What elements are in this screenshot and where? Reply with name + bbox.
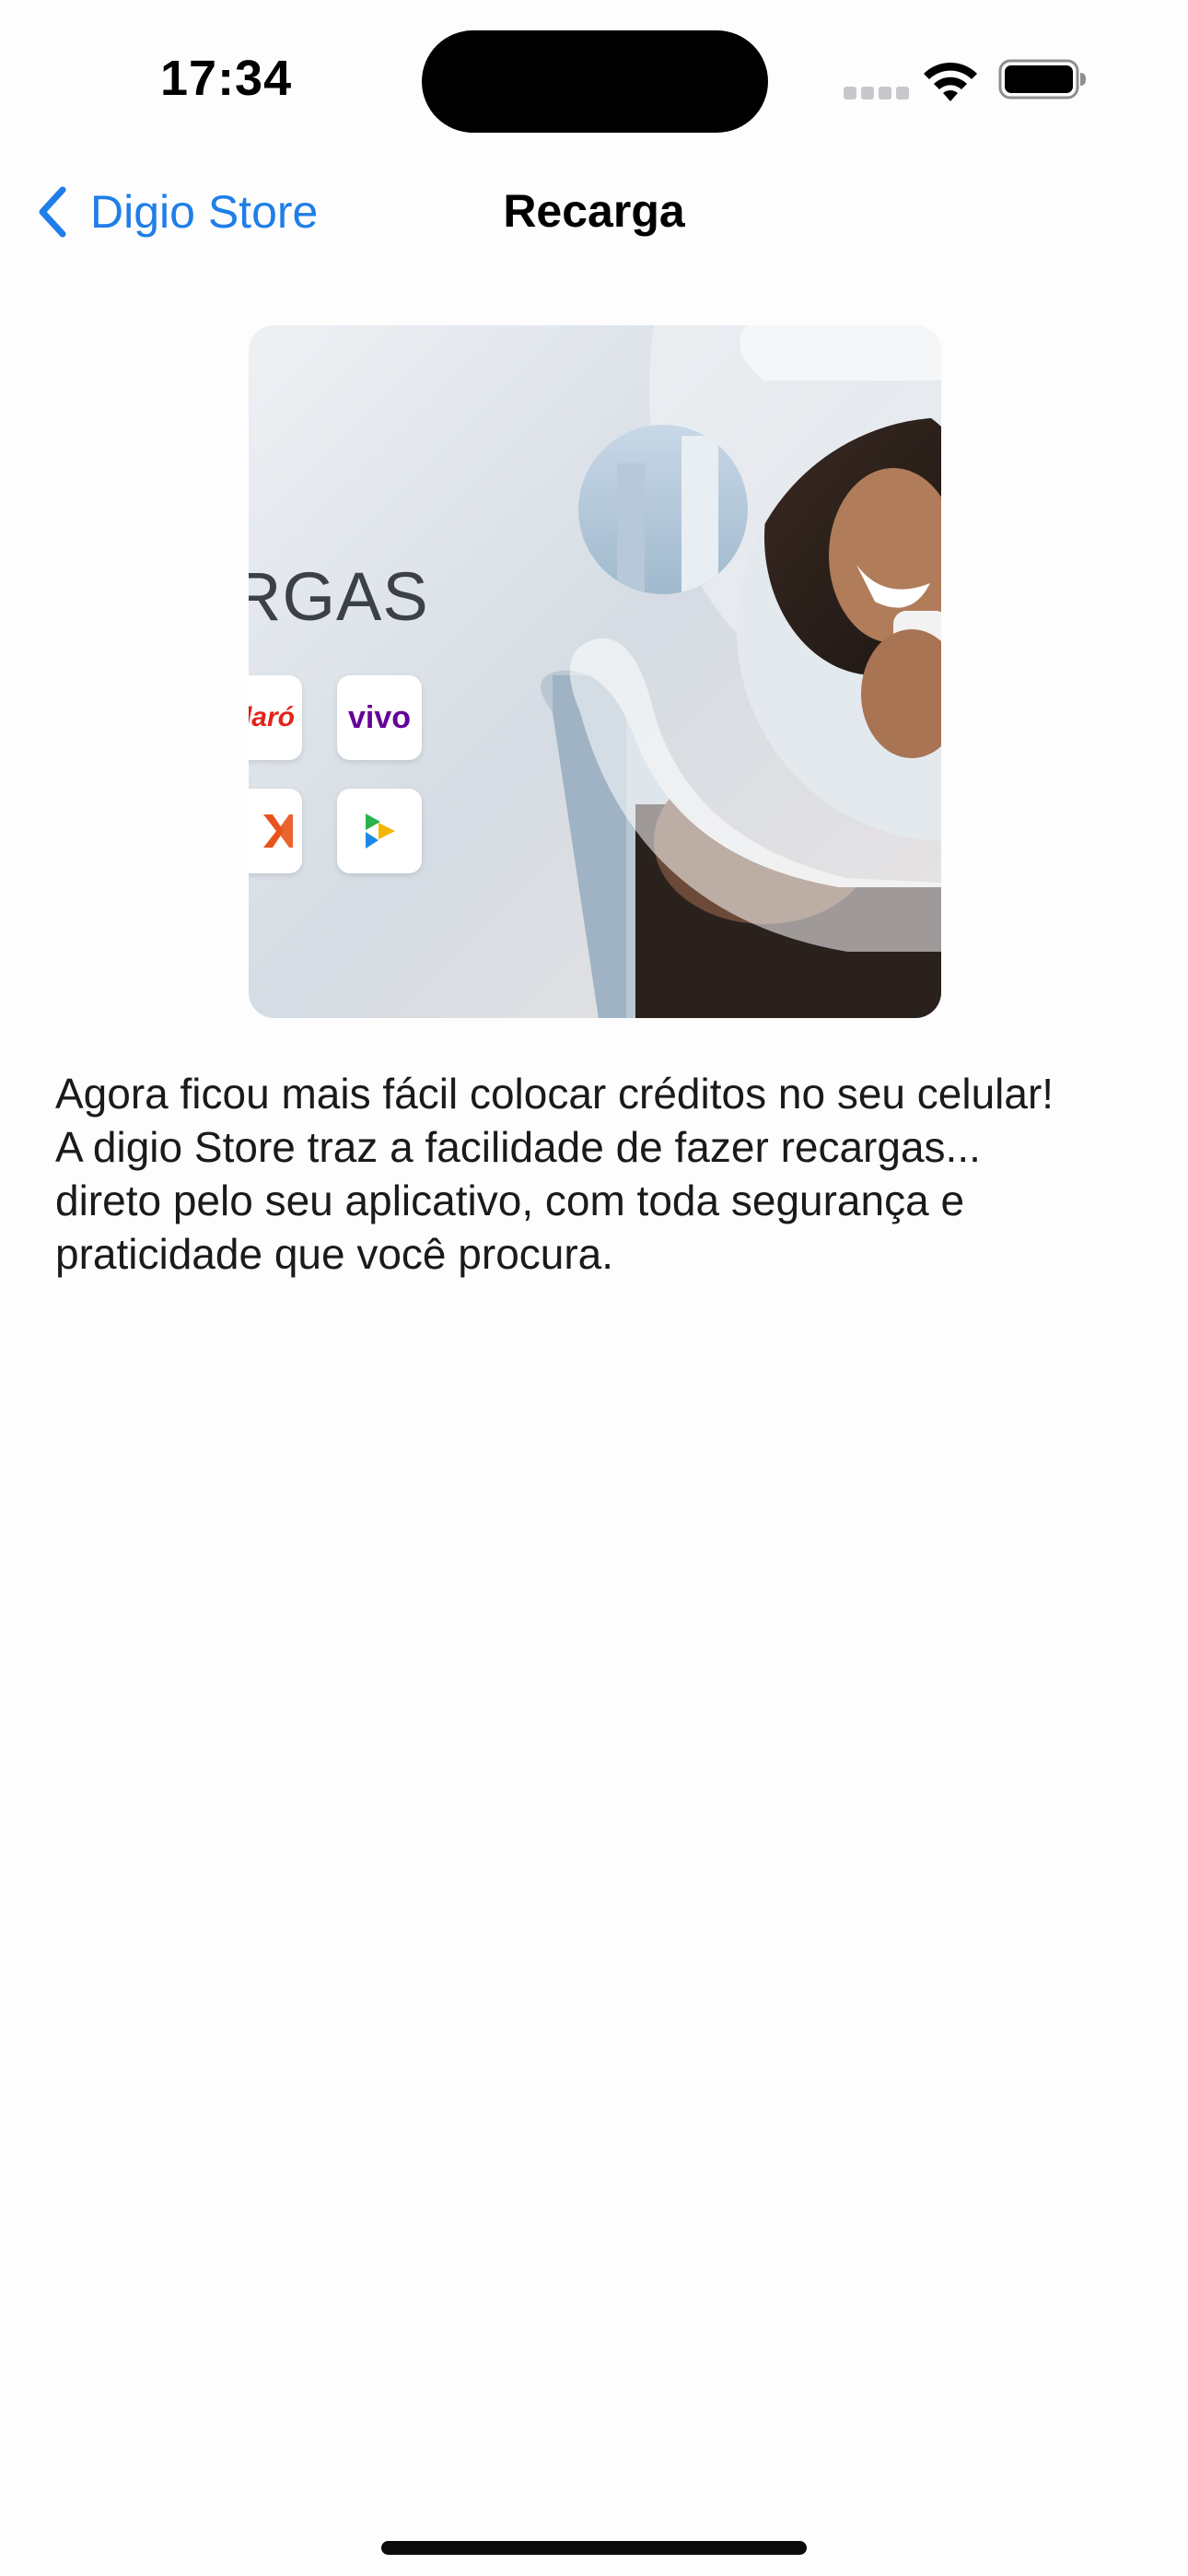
- screen: 17:34 Digio Store Recarga RGAS laró vivo…: [0, 0, 1188, 2576]
- cellular-signal-icon: [844, 87, 909, 100]
- claro-label: laró: [249, 702, 295, 732]
- battery-icon: [998, 59, 1086, 100]
- recharge-banner-image: RGAS laró vivo: [249, 325, 941, 1018]
- status-time: 17:34: [160, 51, 293, 106]
- status-bar: 17:34: [0, 0, 1188, 147]
- dynamic-island: [422, 30, 768, 133]
- claro-logo-icon: laró: [249, 675, 302, 760]
- play-logo-icon: [337, 789, 422, 873]
- banner-artwork: [249, 325, 941, 1018]
- navigation-bar: Digio Store Recarga: [0, 166, 1188, 258]
- description-text: Agora ficou mais fácil colocar créditos …: [55, 1070, 1054, 1278]
- page-title: Recarga: [503, 185, 685, 237]
- wifi-icon: [924, 62, 977, 101]
- home-indicator[interactable]: [381, 2541, 807, 2555]
- vivo-label: vivo: [347, 699, 412, 735]
- vivo-logo-icon: vivo: [337, 675, 422, 760]
- banner-heading: RGAS: [249, 558, 429, 635]
- tim-logo-icon: [249, 789, 302, 873]
